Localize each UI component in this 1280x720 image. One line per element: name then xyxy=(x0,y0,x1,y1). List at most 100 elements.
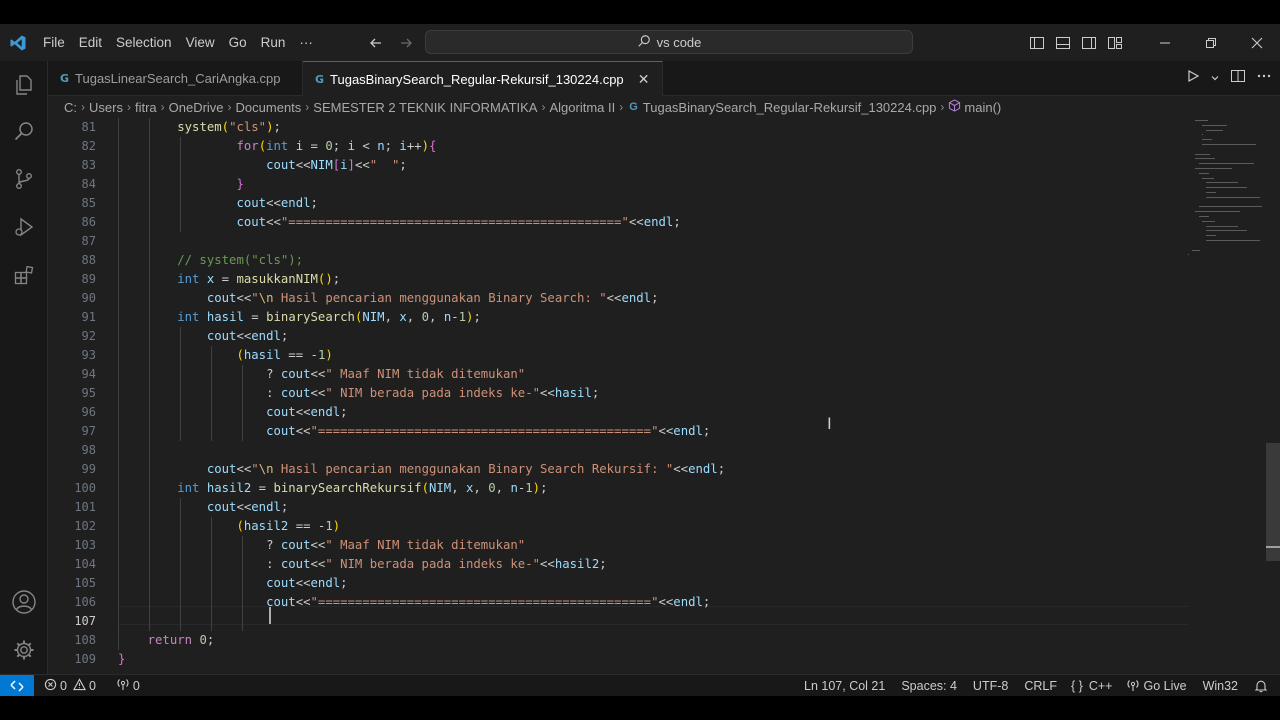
platform[interactable]: Win32 xyxy=(1197,675,1244,697)
code-line[interactable]: (hasil == -1) xyxy=(118,346,332,365)
go-live-button[interactable]: Go Live xyxy=(1120,675,1192,697)
breadcrumb-item[interactable]: fitra xyxy=(135,100,157,115)
code-line[interactable]: cout<<"=================================… xyxy=(118,593,710,612)
explorer-icon[interactable] xyxy=(0,61,48,109)
menu-more[interactable]: ··· xyxy=(292,24,320,61)
code-line[interactable]: for(int i = 0; i < n; i++){ xyxy=(118,137,436,156)
code-line[interactable]: cout<<endl; xyxy=(118,194,317,213)
code-line[interactable]: cout<<"=================================… xyxy=(118,422,710,441)
restore-icon[interactable] xyxy=(1188,24,1234,61)
forward-arrow-icon[interactable] xyxy=(396,33,416,53)
indent-guide xyxy=(180,498,181,631)
menu-selection[interactable]: Selection xyxy=(109,24,179,61)
code-line[interactable]: cout<<endl; xyxy=(118,574,347,593)
breadcrumb-item[interactable]: Users xyxy=(89,100,123,115)
code-line[interactable]: return 0; xyxy=(118,631,215,650)
run-and-debug-icon[interactable] xyxy=(0,203,48,251)
chevron-right-icon: › xyxy=(227,100,232,114)
breadcrumb-item[interactable]: C: xyxy=(64,100,77,115)
cursor-position[interactable]: Ln 107, Col 21 xyxy=(798,675,891,697)
run-file-icon[interactable] xyxy=(1186,69,1200,88)
breadcrumb-item[interactable]: Algoritma II xyxy=(549,100,615,115)
minimap[interactable] xyxy=(1188,118,1266,268)
code-line[interactable]: // system("cls"); xyxy=(118,251,303,270)
scrollbar-thumb[interactable] xyxy=(1266,443,1280,561)
close-tab-icon[interactable]: ✕ xyxy=(636,71,652,88)
minimap-line xyxy=(1202,134,1204,136)
close-window-icon[interactable] xyxy=(1234,24,1280,61)
code-line[interactable]: cout<<"=================================… xyxy=(118,213,680,232)
chevron-down-icon[interactable] xyxy=(1210,70,1220,88)
breadcrumb-file[interactable]: TugasBinarySearch_Regular-Rekursif_13022… xyxy=(643,100,937,115)
code-line[interactable]: } xyxy=(118,650,125,669)
breadcrumb-item[interactable]: SEMESTER 2 TEKNIK INFORMATIKA xyxy=(313,100,537,115)
toggle-secondary-sidebar-icon[interactable] xyxy=(1076,24,1102,61)
tab-binary-search[interactable]: G TugasBinarySearch_Regular-Rekursif_130… xyxy=(303,61,663,96)
code-editor[interactable]: 81 82 83 84 85 86 87 88 89 90 91 92 93 94 95 96 97 98 99 10… xyxy=(48,118,1280,674)
code-line[interactable]: int hasil2 = binarySearchRekursif(NIM, x… xyxy=(118,479,547,498)
back-arrow-icon[interactable] xyxy=(366,33,386,53)
ports-indicator[interactable]: 0 xyxy=(110,675,146,697)
code-line[interactable]: int x = masukkanNIM(); xyxy=(118,270,340,289)
chevron-right-icon: › xyxy=(126,100,131,114)
tab-label: TugasBinarySearch_Regular-Rekursif_13022… xyxy=(330,71,624,87)
code-line[interactable]: cout<<"\n Hasil pencarian menggunakan Bi… xyxy=(118,460,725,479)
ibeam-pointer-icon: I xyxy=(827,414,832,433)
indent-guide xyxy=(149,118,150,631)
indentation[interactable]: Spaces: 4 xyxy=(895,675,963,697)
manage-gear-icon[interactable] xyxy=(0,626,48,674)
encoding[interactable]: UTF-8 xyxy=(967,675,1014,697)
end-of-line[interactable]: CRLF xyxy=(1018,675,1063,697)
more-actions-icon[interactable] xyxy=(1256,68,1272,89)
code-line[interactable]: : cout<<" NIM berada pada indeks ke-"<<h… xyxy=(118,555,607,574)
letterbox-bottom xyxy=(0,696,1280,720)
code-line[interactable]: cout<<endl; xyxy=(118,403,347,422)
breadcrumb-symbol[interactable]: main() xyxy=(964,100,1001,115)
go-live-label: Go Live xyxy=(1143,679,1187,693)
tab-linear-search[interactable]: G TugasLinearSearch_CariAngka.cpp xyxy=(48,61,303,96)
toggle-panel-icon[interactable] xyxy=(1050,24,1076,61)
code-line[interactable]: int hasil = binarySearch(NIM, x, 0, n-1)… xyxy=(118,308,481,327)
line-number: 107 xyxy=(74,614,96,628)
minimap-line xyxy=(1206,235,1216,237)
extensions-icon[interactable] xyxy=(0,251,48,299)
line-number: 93 xyxy=(81,348,96,362)
customize-layout-icon[interactable] xyxy=(1102,24,1128,61)
command-center-search[interactable]: vs code xyxy=(425,30,913,54)
code-content[interactable]: system("cls"); for(int i = 0; i < n; i++… xyxy=(118,118,1178,674)
minimize-icon[interactable] xyxy=(1142,24,1188,61)
language-mode[interactable]: { } C++ xyxy=(1065,675,1118,697)
chevron-right-icon: › xyxy=(81,100,85,114)
code-line[interactable]: system("cls"); xyxy=(118,118,281,137)
cpp-file-icon: G xyxy=(629,101,638,113)
vertical-scrollbar[interactable] xyxy=(1266,118,1280,674)
split-editor-icon[interactable] xyxy=(1230,68,1246,89)
code-line[interactable]: cout<<endl; xyxy=(118,327,288,346)
breadcrumb-item[interactable]: OneDrive xyxy=(169,100,224,115)
search-view-icon[interactable] xyxy=(0,107,48,155)
line-number: 109 xyxy=(74,652,96,666)
breadcrumb-item[interactable]: Documents xyxy=(236,100,302,115)
code-line[interactable]: cout<<"\n Hasil pencarian menggunakan Bi… xyxy=(118,289,659,308)
line-number: 90 xyxy=(81,291,96,305)
code-line[interactable]: (hasil2 == -1) xyxy=(118,517,340,536)
menu-view[interactable]: View xyxy=(179,24,222,61)
editor-actions xyxy=(1186,61,1272,96)
menu-file[interactable]: File xyxy=(36,24,72,61)
toggle-primary-sidebar-icon[interactable] xyxy=(1024,24,1050,61)
menu-edit[interactable]: Edit xyxy=(72,24,109,61)
remote-indicator-icon[interactable] xyxy=(0,674,34,697)
line-number: 96 xyxy=(81,405,96,419)
source-control-icon[interactable] xyxy=(0,155,48,203)
letterbox-top xyxy=(0,0,1280,24)
activity-bar xyxy=(0,61,48,674)
minimap-line xyxy=(1198,206,1262,208)
code-line[interactable]: cout<<endl; xyxy=(118,498,288,517)
accounts-icon[interactable] xyxy=(0,578,48,626)
menu-go[interactable]: Go xyxy=(222,24,254,61)
code-line[interactable]: cout<<NIM[i]<<" "; xyxy=(118,156,407,175)
code-line[interactable]: : cout<<" NIM berada pada indeks ke-"<<h… xyxy=(118,384,599,403)
menu-run[interactable]: Run xyxy=(254,24,293,61)
notifications-bell-icon[interactable] xyxy=(1248,675,1274,697)
problems-indicator[interactable]: 0 0 xyxy=(38,675,102,697)
